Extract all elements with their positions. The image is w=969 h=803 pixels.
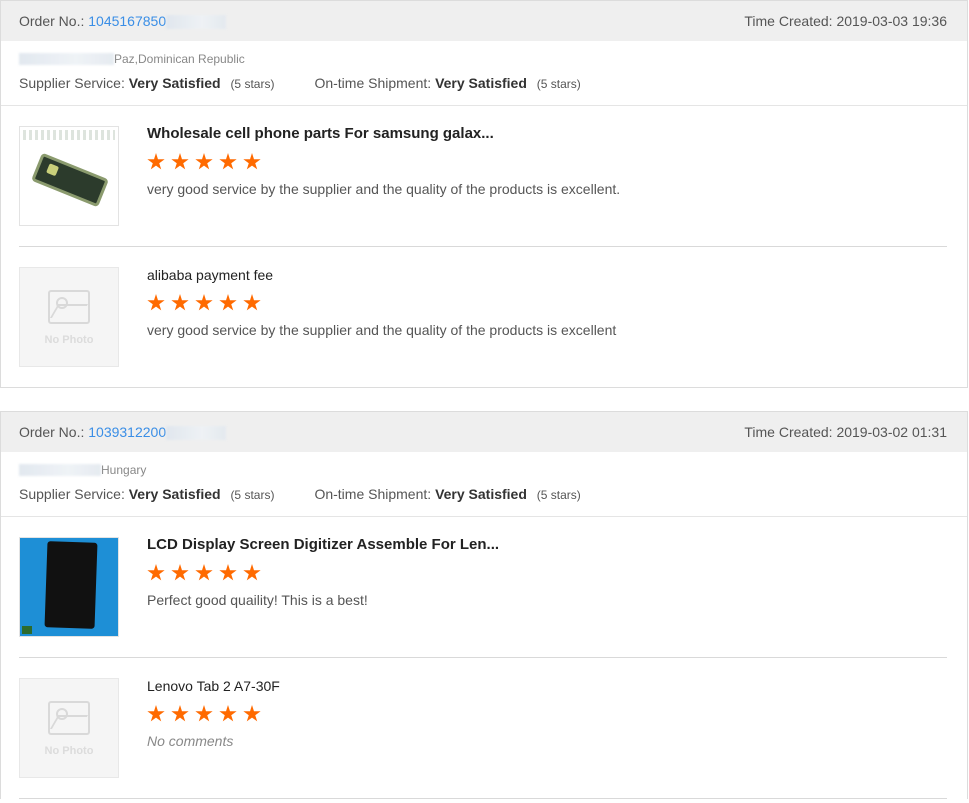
star-rating — [147, 705, 280, 725]
star-icon — [219, 153, 237, 170]
product-thumbnail[interactable] — [19, 537, 119, 637]
product-review: No Photo alibaba payment fee very good s… — [19, 247, 947, 387]
product-title: Lenovo Tab 2 A7-30F — [147, 678, 280, 694]
time-value: 2019-03-03 19:36 — [836, 13, 947, 29]
supplier-service-label: Supplier Service: — [19, 75, 125, 91]
shipment-value: Very Satisfied — [435, 486, 527, 502]
product-thumbnail[interactable] — [19, 126, 119, 226]
star-icon — [195, 564, 213, 581]
review-comment: very good service by the supplier and th… — [147, 322, 617, 338]
product-body: Wholesale cell phone parts For samsung g… — [147, 125, 621, 226]
star-icon — [171, 294, 189, 311]
product-title[interactable]: Wholesale cell phone parts For samsung g… — [147, 125, 620, 143]
shipment-stars-text: (5 stars) — [536, 488, 581, 502]
star-icon — [243, 705, 261, 722]
order-no-link[interactable]: 1045167850 — [88, 13, 166, 29]
product-thumbnail: No Photo — [19, 267, 119, 367]
star-icon — [195, 705, 213, 722]
order-number: Order No.: 1045167850 — [19, 12, 227, 30]
product-body: alibaba payment fee very good service by… — [147, 267, 616, 367]
time-value: 2019-03-02 01:31 — [836, 424, 947, 440]
supplier-stars-text: (5 stars) — [230, 488, 275, 502]
star-icon — [171, 153, 189, 170]
phone-part-image — [31, 152, 109, 208]
location-text: Hungary — [101, 463, 147, 477]
buyer-location: Hungary — [19, 462, 949, 478]
star-icon — [219, 705, 237, 722]
supplier-service-label: Supplier Service: — [19, 486, 125, 502]
review-comment: No comments — [147, 733, 234, 749]
star-icon — [243, 564, 261, 581]
product-thumbnail: No Photo — [19, 678, 119, 778]
supplier-label-strip — [23, 130, 115, 140]
order-no-link[interactable]: 1039312200 — [88, 424, 166, 440]
time-created: Time Created: 2019-03-02 01:31 — [744, 424, 947, 440]
redacted-blur — [166, 15, 227, 30]
star-rating — [147, 564, 499, 584]
time-created: Time Created: 2019-03-03 19:36 — [744, 13, 947, 29]
time-label: Time Created: — [744, 13, 833, 29]
redacted-blur — [19, 53, 114, 65]
product-title[interactable]: LCD Display Screen Digitizer Assemble Fo… — [147, 536, 499, 554]
time-label: Time Created: — [744, 424, 833, 440]
star-icon — [195, 294, 213, 311]
supplier-service-value: Very Satisfied — [128, 486, 221, 502]
product-body: LCD Display Screen Digitizer Assemble Fo… — [147, 536, 499, 637]
no-photo-label: No Photo — [44, 745, 94, 757]
star-icon — [147, 705, 165, 722]
service-ratings: Supplier Service: Very Satisfied (5 star… — [19, 75, 949, 91]
star-icon — [219, 294, 237, 311]
order-number: Order No.: 1039312200 — [19, 423, 227, 441]
redacted-blur — [19, 464, 101, 476]
star-icon — [243, 153, 261, 170]
review-comment: Perfect good quaility! This is a best! — [147, 592, 368, 608]
review-comment: very good service by the supplier and th… — [147, 181, 621, 197]
lcd-screen-shape — [44, 541, 98, 629]
order-header: Order No.: 1045167850 Time Created: 2019… — [1, 1, 967, 41]
shipment-stars-text: (5 stars) — [536, 77, 581, 91]
shipment-rating: On-time Shipment: Very Satisfied (5 star… — [314, 486, 580, 502]
supplier-service-rating: Supplier Service: Very Satisfied (5 star… — [19, 75, 274, 91]
location-text: Paz,Dominican Republic — [114, 52, 245, 66]
redacted-blur — [166, 426, 227, 441]
supplier-logo-mark — [22, 626, 32, 634]
shipment-value: Very Satisfied — [435, 75, 527, 91]
product-review: LCD Display Screen Digitizer Assemble Fo… — [19, 517, 947, 658]
star-icon — [171, 564, 189, 581]
star-icon — [147, 564, 165, 581]
supplier-stars-text: (5 stars) — [230, 77, 275, 91]
image-placeholder-icon — [48, 290, 90, 324]
order-card: Order No.: 1039312200 Time Created: 2019… — [0, 411, 968, 799]
buyer-info: Hungary Supplier Service: Very Satisfied… — [1, 452, 967, 517]
order-card: Order No.: 1045167850 Time Created: 2019… — [0, 0, 968, 388]
product-review: Wholesale cell phone parts For samsung g… — [19, 106, 947, 247]
order-no-label: Order No.: — [19, 423, 85, 440]
product-title: alibaba payment fee — [147, 267, 274, 283]
star-icon — [195, 153, 213, 170]
order-header: Order No.: 1039312200 Time Created: 2019… — [1, 412, 967, 452]
no-photo-label: No Photo — [44, 334, 94, 346]
star-icon — [147, 153, 165, 170]
order-no-label: Order No.: — [19, 12, 85, 29]
buyer-info: Paz,Dominican Republic Supplier Service:… — [1, 41, 967, 106]
shipment-rating: On-time Shipment: Very Satisfied (5 star… — [314, 75, 580, 91]
star-icon — [147, 294, 165, 311]
shipment-label: On-time Shipment: — [314, 75, 432, 91]
product-body: Lenovo Tab 2 A7-30F No comments — [147, 678, 280, 778]
supplier-service-value: Very Satisfied — [128, 75, 221, 91]
star-icon — [171, 705, 189, 722]
star-rating — [147, 153, 620, 173]
product-review: No Photo Lenovo Tab 2 A7-30F No comments — [19, 658, 947, 799]
star-icon — [243, 294, 261, 311]
star-icon — [219, 564, 237, 581]
buyer-location: Paz,Dominican Republic — [19, 51, 949, 67]
service-ratings: Supplier Service: Very Satisfied (5 star… — [19, 486, 949, 502]
star-rating — [147, 294, 616, 314]
supplier-service-rating: Supplier Service: Very Satisfied (5 star… — [19, 486, 274, 502]
image-placeholder-icon — [48, 701, 90, 735]
shipment-label: On-time Shipment: — [314, 486, 432, 502]
